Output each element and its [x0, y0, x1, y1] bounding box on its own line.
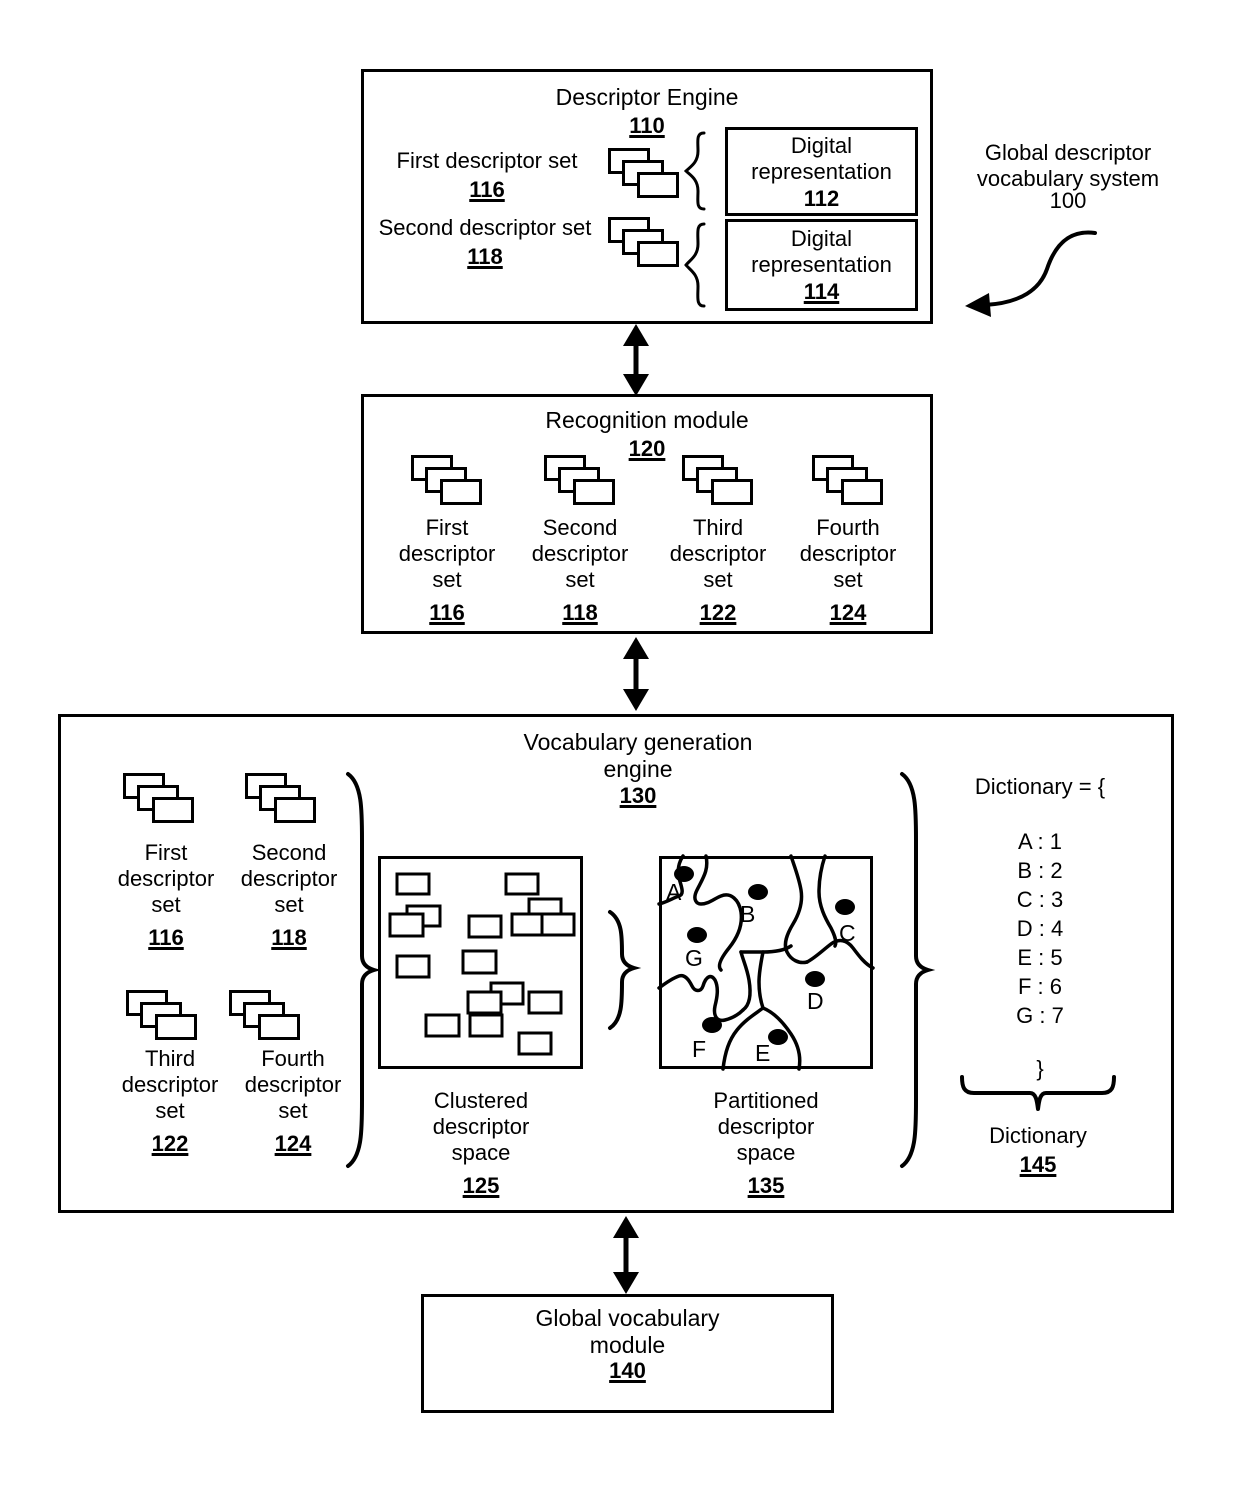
underbrace-icon [960, 1075, 1116, 1111]
recognition-set-1-number: 118 [517, 600, 643, 626]
recognition-set-2-label: Third descriptor set [669, 515, 767, 592]
partitioned-descriptor-regions: A B C D E F G [657, 854, 875, 1071]
second-descriptor-set-label: Second descriptor set [378, 215, 592, 240]
descriptor-stack-icon [544, 455, 616, 507]
ref-number: 116 [429, 600, 465, 625]
dictionary-entry-2: C : 3 [1016, 887, 1064, 912]
digital-representation-114-label: Digital representation [751, 226, 892, 277]
second-descriptor-set-number: 118 [366, 244, 604, 270]
clustered-descriptor-space-number: 125 [398, 1173, 564, 1199]
ref-number: 120 [628, 436, 666, 461]
descriptor-stack-icon [608, 148, 680, 200]
region-label-f: F [692, 1036, 706, 1062]
dictionary-caption: Dictionary [989, 1123, 1087, 1148]
recognition-set-3-label: Fourth descriptor set [799, 515, 897, 592]
vge-set-2-label: Third descriptor set [121, 1046, 219, 1123]
ref-number: 114 [803, 279, 840, 304]
ref-number: 130 [619, 783, 657, 808]
vocabulary-generation-engine-title: Vocabulary generation engine [523, 729, 753, 783]
brace-icon [683, 131, 706, 211]
recognition-set-0-label: First descriptor set [398, 515, 496, 592]
ref-number: 135 [747, 1173, 785, 1198]
recognition-set-2-number: 122 [655, 600, 781, 626]
ref-number: 112 [803, 186, 840, 211]
descriptor-stack-icon [682, 455, 754, 507]
recognition-module-title: Recognition module [545, 407, 749, 433]
first-descriptor-set-number: 116 [376, 177, 598, 203]
dictionary-entry-6: G : 7 [1016, 1003, 1064, 1028]
partitioned-descriptor-space-number: 135 [683, 1173, 849, 1199]
brace-icon [900, 772, 936, 1168]
dictionary-entry-1: B : 2 [1017, 858, 1063, 883]
vge-set-1-label: Second descriptor set [240, 840, 338, 917]
descriptor-stack-icon [608, 217, 680, 269]
clustered-descriptor-rectangles [388, 872, 576, 1056]
global-vocabulary-module-title: Global vocabulary module [535, 1305, 720, 1359]
patent-figure-canvas: Descriptor Engine 110 First descriptor s… [0, 0, 1240, 1487]
double-arrow-icon [623, 637, 649, 711]
recognition-module-number: 120 [461, 436, 833, 462]
double-arrow-icon [623, 324, 649, 396]
region-label-b: B [740, 901, 755, 927]
dictionary-entry-4: E : 5 [1017, 945, 1063, 970]
ref-number: 116 [148, 925, 184, 950]
dictionary-entry-5: F : 6 [1017, 974, 1062, 999]
vocabulary-generation-engine-number: 130 [488, 783, 788, 809]
ref-number: 145 [1019, 1152, 1057, 1177]
descriptor-stack-icon [229, 990, 301, 1042]
digital-representation-112-number: 112 [725, 186, 918, 212]
dictionary-number: 145 [938, 1152, 1138, 1178]
vge-set-1-number: 118 [226, 925, 352, 951]
clustered-descriptor-space-label: Clustered descriptor space [432, 1088, 530, 1165]
ref-number: 125 [462, 1173, 500, 1198]
descriptor-stack-icon [245, 773, 317, 825]
descriptor-stack-icon [411, 455, 483, 507]
recognition-set-3-number: 124 [785, 600, 911, 626]
dictionary-open-text: Dictionary = { [974, 774, 1106, 799]
region-label-a: A [666, 879, 682, 905]
descriptor-stack-icon [126, 990, 198, 1042]
region-label-e: E [755, 1040, 770, 1066]
region-label-g: G [685, 945, 703, 971]
double-arrow-icon [613, 1216, 639, 1294]
vge-set-0-label: First descriptor set [117, 840, 215, 917]
recognition-set-0-number: 116 [384, 600, 510, 626]
ref-number: 118 [562, 600, 598, 625]
ref-number: 118 [467, 244, 503, 269]
callout-arrow-icon [965, 230, 1097, 317]
recognition-set-1-label: Second descriptor set [531, 515, 629, 592]
region-label-c: C [839, 920, 856, 946]
system-label: Global descriptor vocabulary system [976, 140, 1160, 191]
vge-set-2-number: 122 [107, 1131, 233, 1157]
digital-representation-112-label: Digital representation [751, 133, 892, 184]
brace-icon [608, 910, 642, 1030]
ref-number: 122 [151, 1131, 189, 1156]
ref-number: 122 [699, 600, 737, 625]
brace-icon [684, 222, 706, 308]
system-number: 100 [1049, 188, 1087, 213]
descriptor-stack-icon [812, 455, 884, 507]
ref-number: 124 [829, 600, 867, 625]
ref-number: 116 [469, 177, 505, 202]
partitioned-descriptor-space-label: Partitioned descriptor space [713, 1088, 819, 1165]
first-descriptor-set-label: First descriptor set [396, 148, 578, 173]
descriptor-engine-title: Descriptor Engine [555, 84, 739, 110]
vge-set-0-number: 116 [103, 925, 229, 951]
ref-number: 124 [274, 1131, 312, 1156]
descriptor-stack-icon [123, 773, 195, 825]
brace-icon [346, 772, 382, 1168]
ref-number: 140 [609, 1358, 646, 1383]
dictionary-entry-3: D : 4 [1016, 916, 1064, 941]
dictionary-entry-0: A : 1 [1017, 829, 1063, 854]
global-vocabulary-module-number: 140 [421, 1358, 834, 1384]
digital-representation-114-number: 114 [725, 279, 918, 305]
ref-number: 118 [271, 925, 307, 950]
region-label-d: D [807, 988, 824, 1014]
ref-number: 110 [629, 113, 665, 138]
